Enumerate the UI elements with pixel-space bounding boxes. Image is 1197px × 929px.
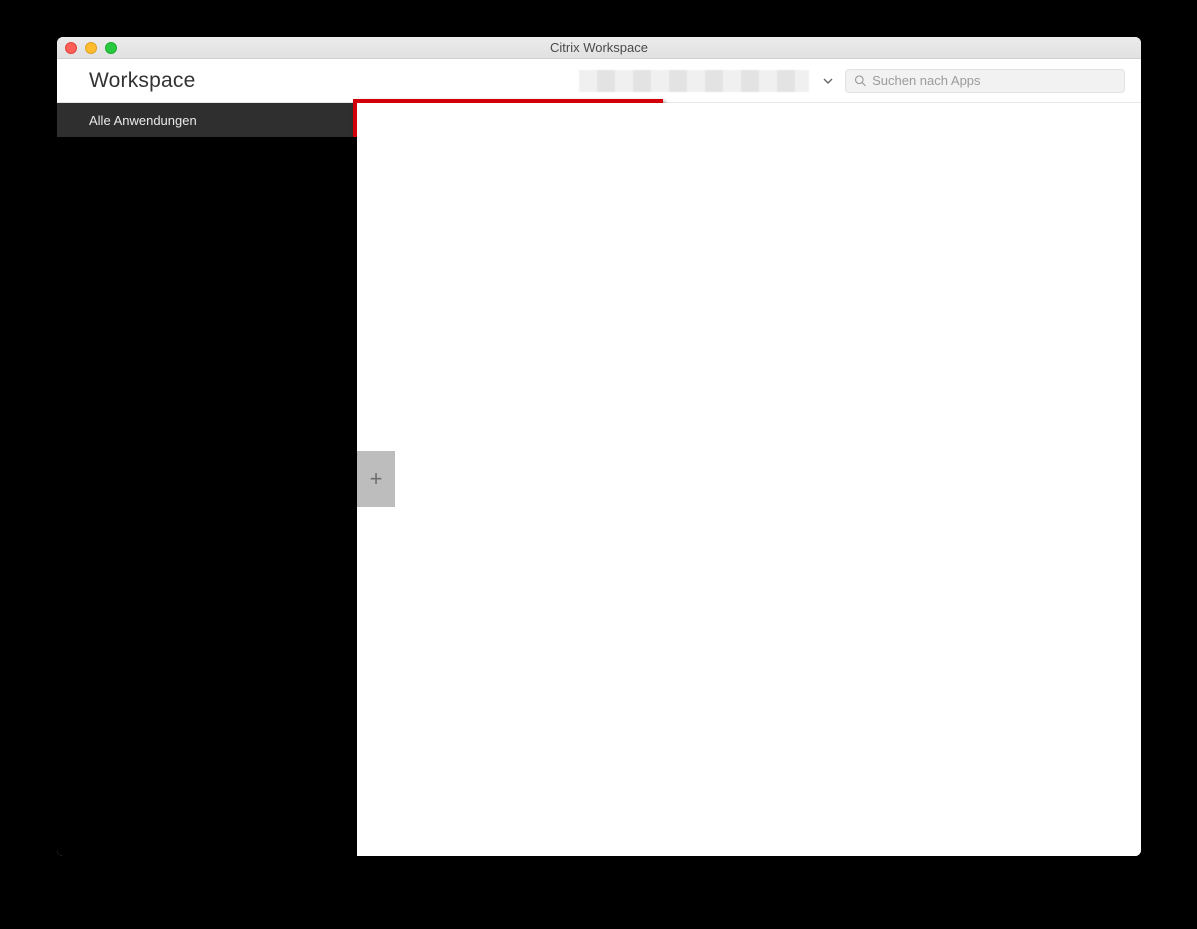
window-controls xyxy=(65,42,117,54)
sidebar-item-all-apps[interactable]: Alle Anwendungen xyxy=(57,103,357,137)
search-input-wrapper[interactable] xyxy=(845,69,1125,93)
zoom-window-icon[interactable] xyxy=(105,42,117,54)
close-window-icon[interactable] xyxy=(65,42,77,54)
titlebar[interactable]: Citrix Workspace xyxy=(57,37,1141,59)
app-body: Alle Anwendungen UZH Citrix UZH Citrix Q… xyxy=(57,103,1141,856)
plus-icon: + xyxy=(370,466,383,492)
window-title: Citrix Workspace xyxy=(550,40,648,55)
search-input[interactable] xyxy=(872,73,1116,88)
app-header: Workspace xyxy=(57,59,1141,103)
main-content: + xyxy=(357,103,1141,856)
sidebar: Alle Anwendungen UZH Citrix UZH Citrix Q… xyxy=(57,103,357,856)
add-button[interactable]: + xyxy=(357,451,395,507)
app-window: Citrix Workspace Workspace Alle Anwendun… xyxy=(57,37,1141,856)
sidebar-item-label: Alle Anwendungen xyxy=(89,113,197,128)
minimize-window-icon[interactable] xyxy=(85,42,97,54)
user-identity-redacted xyxy=(579,70,809,92)
search-icon xyxy=(854,74,866,87)
brand-label: Workspace xyxy=(89,69,195,93)
user-menu-chevron-icon[interactable] xyxy=(819,72,837,90)
